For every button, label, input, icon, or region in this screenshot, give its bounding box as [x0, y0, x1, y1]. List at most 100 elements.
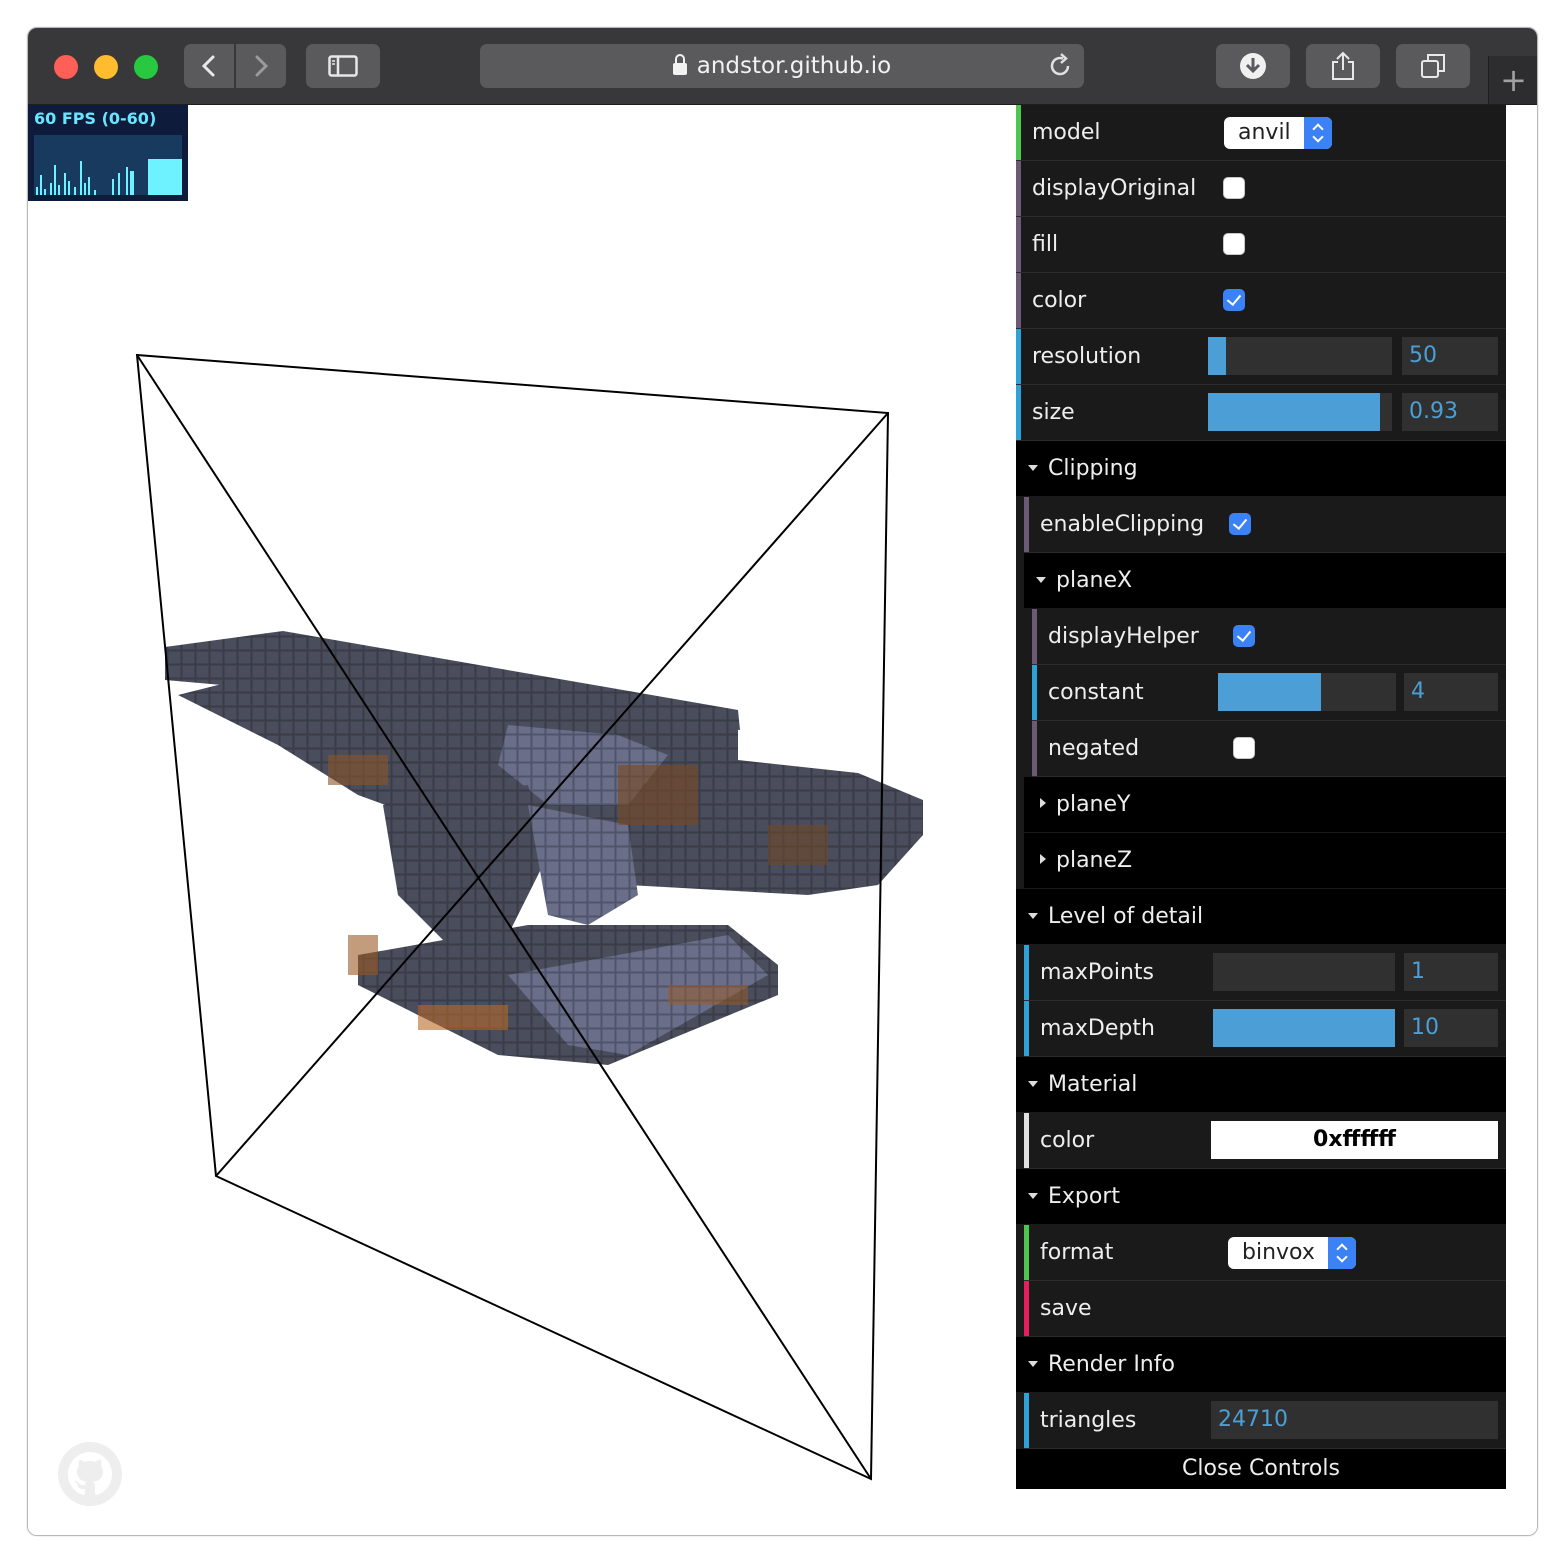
- negated-label: negated: [1048, 736, 1140, 761]
- fps-stats-panel[interactable]: 60 FPS (0-60): [28, 105, 188, 201]
- planez-folder-header[interactable]: planeZ: [1024, 833, 1506, 889]
- resolution-input[interactable]: 50: [1402, 337, 1498, 375]
- format-select[interactable]: binvox: [1228, 1237, 1356, 1269]
- triangle-down-icon: [1028, 1193, 1038, 1199]
- triangle-down-icon: [1028, 465, 1038, 471]
- max-points-slider[interactable]: [1213, 953, 1395, 991]
- browser-window: andstor.github.io + 60 FPS (0-60) model …: [27, 27, 1538, 1536]
- fill-row: fill: [1016, 217, 1506, 273]
- size-slider-fill: [1208, 393, 1380, 431]
- render-info-folder-header[interactable]: Render Info: [1016, 1337, 1506, 1393]
- display-helper-label: displayHelper: [1048, 624, 1199, 649]
- clipping-folder-header[interactable]: Clipping: [1016, 441, 1506, 497]
- minimize-window-button[interactable]: [94, 55, 118, 79]
- fps-graph: [34, 135, 182, 195]
- display-original-row: displayOriginal: [1016, 161, 1506, 217]
- back-button[interactable]: [184, 44, 234, 88]
- tabs-icon: [1421, 54, 1445, 78]
- display-original-label: displayOriginal: [1032, 176, 1197, 201]
- planex-folder-header[interactable]: planeX: [1024, 553, 1506, 609]
- enable-clipping-checkbox[interactable]: [1229, 513, 1251, 535]
- address-bar[interactable]: andstor.github.io: [480, 44, 1084, 88]
- constant-row: constant 4: [1032, 665, 1506, 721]
- sidebar-icon: [328, 55, 358, 77]
- controls-panel: model anvil displayOriginal fill color r…: [1016, 105, 1506, 1489]
- max-points-input[interactable]: 1: [1404, 953, 1498, 991]
- size-input[interactable]: 0.93: [1402, 393, 1498, 431]
- close-controls-button[interactable]: Close Controls: [1016, 1449, 1506, 1489]
- browser-toolbar: andstor.github.io +: [28, 28, 1537, 105]
- resolution-label: resolution: [1032, 344, 1142, 369]
- close-window-button[interactable]: [54, 55, 78, 79]
- planey-folder-title: planeY: [1056, 792, 1131, 817]
- downloads-button[interactable]: [1216, 44, 1290, 88]
- size-slider[interactable]: [1208, 393, 1392, 431]
- resolution-row: resolution 50: [1016, 329, 1506, 385]
- material-folder-header[interactable]: Material: [1016, 1057, 1506, 1113]
- select-arrows-icon: [1304, 117, 1332, 149]
- forward-button[interactable]: [236, 44, 286, 88]
- color-toggle-label: color: [1032, 288, 1087, 313]
- select-arrows-icon: [1328, 1237, 1356, 1269]
- material-folder-title: Material: [1048, 1072, 1138, 1097]
- fps-label: 60 FPS (0-60): [34, 109, 157, 128]
- material-color-picker[interactable]: 0xffffff: [1211, 1121, 1498, 1159]
- max-depth-label: maxDepth: [1040, 1016, 1155, 1041]
- download-icon: [1240, 53, 1266, 79]
- model-select-value: anvil: [1238, 120, 1291, 145]
- triangle-down-icon: [1028, 913, 1038, 919]
- model-select[interactable]: anvil: [1224, 117, 1332, 149]
- display-original-checkbox[interactable]: [1223, 177, 1245, 199]
- planey-folder-header[interactable]: planeY: [1024, 777, 1506, 833]
- sidebar-button[interactable]: [306, 44, 380, 88]
- page-viewport: 60 FPS (0-60) model anvil displayOrigina…: [28, 105, 1537, 1535]
- save-row[interactable]: save: [1024, 1281, 1506, 1337]
- format-label: format: [1040, 1240, 1114, 1265]
- triangle-down-icon: [1036, 577, 1046, 583]
- max-points-label: maxPoints: [1040, 960, 1155, 985]
- back-icon: [201, 55, 215, 77]
- max-depth-slider-fill: [1213, 1009, 1395, 1047]
- color-checkbox[interactable]: [1223, 289, 1245, 311]
- fill-checkbox[interactable]: [1223, 233, 1245, 255]
- max-points-row: maxPoints 1: [1024, 945, 1506, 1001]
- new-tab-button[interactable]: +: [1488, 56, 1537, 104]
- save-button[interactable]: save: [1040, 1281, 1092, 1336]
- enable-clipping-row: enableClipping: [1024, 497, 1506, 553]
- zoom-window-button[interactable]: [134, 55, 158, 79]
- display-helper-checkbox[interactable]: [1233, 625, 1255, 647]
- planez-folder-title: planeZ: [1056, 848, 1133, 873]
- reload-icon[interactable]: [1046, 52, 1074, 80]
- format-row: format binvox: [1024, 1225, 1506, 1281]
- resolution-slider[interactable]: [1208, 337, 1392, 375]
- triangles-label: triangles: [1040, 1408, 1137, 1433]
- tab-overview-button[interactable]: [1396, 44, 1470, 88]
- size-label: size: [1032, 400, 1075, 425]
- triangles-value: 24710: [1211, 1401, 1498, 1439]
- constant-input[interactable]: 4: [1404, 673, 1498, 711]
- enable-clipping-label: enableClipping: [1040, 512, 1205, 537]
- material-color-label: color: [1040, 1128, 1095, 1153]
- size-row: size 0.93: [1016, 385, 1506, 441]
- url-text: andstor.github.io: [696, 53, 892, 79]
- negated-checkbox[interactable]: [1233, 737, 1255, 759]
- github-icon[interactable]: [58, 1442, 122, 1506]
- max-depth-input[interactable]: 10: [1404, 1009, 1498, 1047]
- color-toggle-row: color: [1016, 273, 1506, 329]
- constant-slider[interactable]: [1218, 673, 1396, 711]
- export-folder-header[interactable]: Export: [1016, 1169, 1506, 1225]
- triangle-right-icon: [1040, 798, 1046, 808]
- voxel-scene-canvas[interactable]: [28, 105, 1008, 1535]
- model-label: model: [1032, 120, 1101, 145]
- planex-folder-title: planeX: [1056, 568, 1133, 593]
- triangle-down-icon: [1028, 1361, 1038, 1367]
- lod-folder-header[interactable]: Level of detail: [1016, 889, 1506, 945]
- lock-icon: [672, 54, 687, 75]
- triangles-row: triangles 24710: [1024, 1393, 1506, 1449]
- max-depth-slider[interactable]: [1213, 1009, 1395, 1047]
- render-info-folder-title: Render Info: [1048, 1352, 1175, 1377]
- share-button[interactable]: [1306, 44, 1380, 88]
- triangle-down-icon: [1028, 1081, 1038, 1087]
- negated-row: negated: [1032, 721, 1506, 777]
- max-depth-row: maxDepth 10: [1024, 1001, 1506, 1057]
